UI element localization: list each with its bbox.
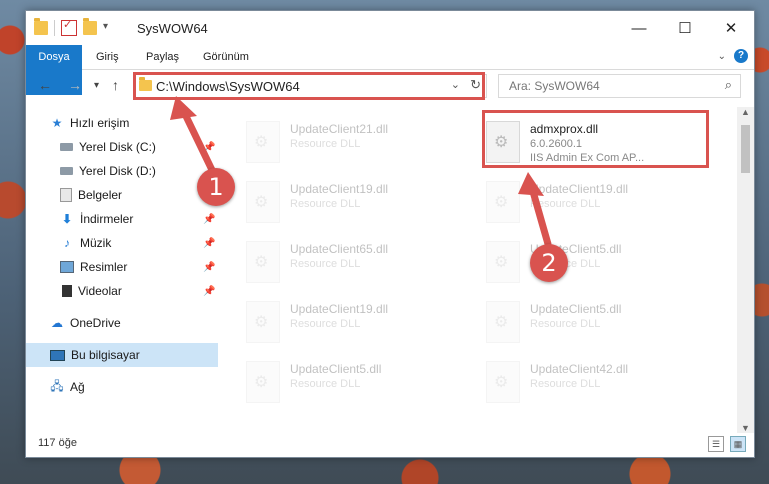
arrow-2-head <box>518 172 544 196</box>
arrow-2-shaft <box>528 184 552 248</box>
arrow-1-head <box>170 96 197 120</box>
arrow-1-shaft <box>180 108 216 174</box>
annotation-arrows <box>170 96 552 248</box>
step-badge-2: 2 <box>530 244 568 282</box>
step-badge-1: 1 <box>197 168 235 206</box>
